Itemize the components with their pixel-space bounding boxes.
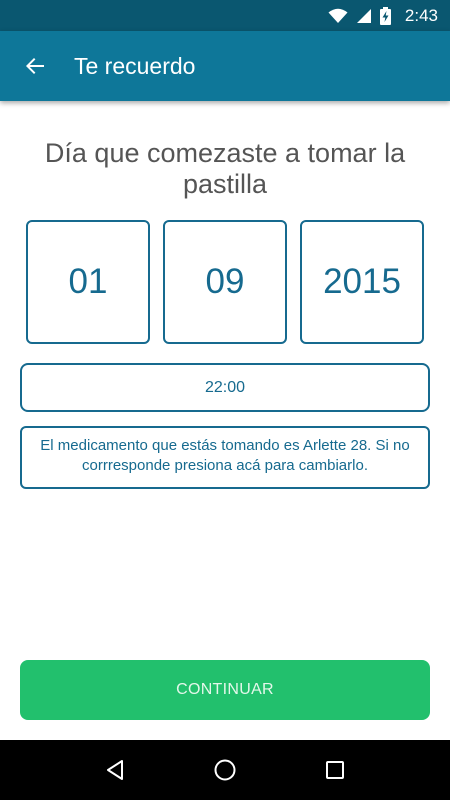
back-button[interactable] — [0, 31, 70, 101]
medication-change-button[interactable]: El medicamento que estás tomando es Arle… — [20, 426, 430, 489]
nav-home-button[interactable] — [195, 740, 255, 800]
navigation-bar — [0, 740, 450, 800]
arrow-left-icon — [23, 54, 47, 78]
recents-square-icon — [325, 760, 345, 780]
page-title: Te recuerdo — [74, 52, 196, 79]
year-field[interactable]: 2015 — [300, 220, 424, 344]
start-date-question: Día que comezaste a tomar la pastilla — [44, 138, 406, 199]
signal-icon — [356, 8, 372, 24]
day-field[interactable]: 01 — [26, 220, 150, 344]
battery-charging-icon — [379, 6, 391, 25]
continue-button[interactable]: CONTINUAR — [20, 660, 430, 720]
time-field[interactable]: 22:00 — [20, 363, 430, 412]
status-time: 2:43 — [404, 5, 438, 25]
wifi-icon — [328, 8, 348, 24]
home-circle-icon — [213, 758, 237, 782]
nav-back-button[interactable] — [85, 740, 145, 800]
app-bar: Te recuerdo — [0, 31, 450, 101]
status-bar: 2:43 — [0, 0, 450, 31]
month-field[interactable]: 09 — [163, 220, 287, 344]
nav-recents-button[interactable] — [305, 740, 365, 800]
back-triangle-icon — [104, 759, 126, 781]
date-picker: 01 09 2015 — [26, 220, 424, 344]
